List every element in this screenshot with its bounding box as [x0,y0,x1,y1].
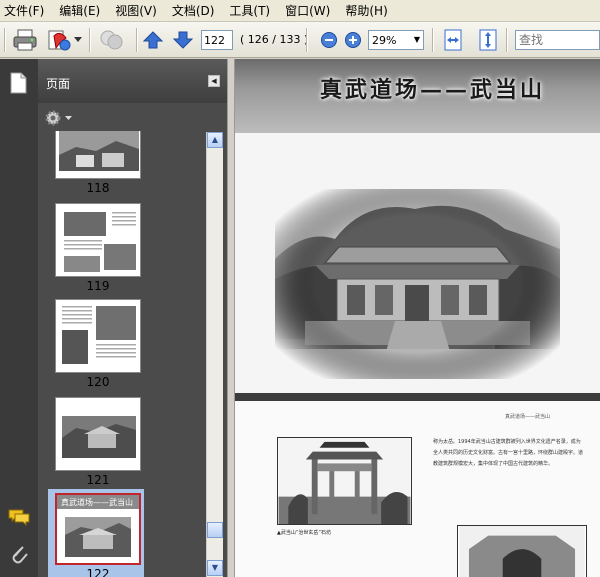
thumbnail-label: 119 [86,279,110,293]
thumbnail-122[interactable]: 真武道场——武当山 [55,493,141,565]
menu-window[interactable]: 窗口(W) [285,2,330,19]
scroll-thumb[interactable] [207,522,223,538]
thumbnail-label: 118 [86,181,110,195]
options-dropdown-icon[interactable] [65,116,72,121]
thumbnail-image [56,300,140,372]
navigation-strip [0,59,38,577]
print-icon[interactable] [12,28,38,52]
collaborate-icon[interactable] [98,28,126,52]
create-pdf-icon[interactable] [46,28,72,52]
running-header: 真武道场——武当山 [505,414,551,420]
document-page-123: 真武道场——武当山 ▲武当山“治世玄岳”石坊 称为太岳。1994年武当山古建筑群… [235,401,600,577]
menu-view[interactable]: 视图(V) [115,2,157,19]
zoom-value: 29% [372,34,397,47]
page-count-label: ( 126 / 133 ) [240,33,309,46]
thumbnail-image [56,398,140,470]
thumbnail-image [56,204,140,276]
photo-caption: ▲武当山“治世玄岳”石坊 [277,530,332,536]
thumbnail-scrollbar[interactable]: ▲ ▼ [206,132,223,577]
search-input[interactable] [515,30,600,50]
menu-document[interactable]: 文档(D) [172,2,215,19]
pages-panel: 页面 ◀ 118 119 120 121 真武道场——武当山 122 [38,59,227,577]
toolbar-grip[interactable] [4,28,6,52]
scroll-down-icon[interactable]: ▼ [207,560,223,576]
page-title: 真武道场——武当山 [320,77,546,103]
document-page-122: 真武道场——武当山 [235,59,600,393]
comments-icon[interactable] [7,507,31,527]
menu-edit[interactable]: 编辑(E) [59,2,100,19]
gate-photo [457,525,587,577]
temple-photo [275,189,560,379]
thumbnail-119[interactable] [55,203,141,277]
next-page-icon[interactable] [173,30,193,50]
zoom-in-icon[interactable] [344,31,362,49]
panel-title: 页面 [46,77,71,91]
thumbnail-list: 118 119 120 121 真武道场——武当山 122 [48,131,203,577]
zoom-out-icon[interactable] [320,31,338,49]
fit-width-icon[interactable] [443,28,463,52]
thumbnail-121[interactable] [55,397,141,471]
menu-help[interactable]: 帮助(H) [345,2,387,19]
panel-splitter[interactable] [227,59,235,577]
thumbnail-mini-title: 真武道场——武当山 [61,498,133,507]
collapse-panel-button[interactable]: ◀ [208,75,220,87]
thumbnail-image [56,131,140,178]
menu-tools[interactable]: 工具(T) [229,2,270,19]
archway-photo [277,437,412,525]
attachments-icon[interactable] [9,543,29,565]
chevron-down-icon[interactable]: ▼ [411,31,423,49]
panel-header: 页面 ◀ [38,59,227,103]
create-pdf-dropdown-icon[interactable] [74,37,82,43]
menu-file[interactable]: 文件(F) [4,2,44,19]
pages-panel-icon[interactable] [8,71,28,95]
page-number-input[interactable] [201,30,233,50]
zoom-select[interactable]: 29% ▼ [368,30,424,50]
scroll-up-icon[interactable]: ▲ [207,132,223,148]
thumbnail-label: 120 [86,375,110,389]
menu-bar: 文件(F) 编辑(E) 视图(V) 文档(D) 工具(T) 窗口(W) 帮助(H… [0,0,600,22]
thumbnail-120[interactable] [55,299,141,373]
panel-options-bar [38,103,227,131]
toolbar: ( 126 / 133 ) 29% ▼ [0,22,600,58]
previous-page-icon[interactable] [143,30,163,50]
page-body-text: 称为太岳。1994年武当山古建筑群被列入世界文化遗产名录，成为全人类共同的历史文… [433,439,584,467]
document-view[interactable]: 真武道场——武当山 真武道场——武当山 ▲武当山“治世玄岳”石坊 称为太岳。19… [235,59,600,577]
gear-icon[interactable] [44,109,62,127]
thumbnail-label: 121 [86,473,110,487]
fit-page-icon[interactable] [478,28,498,52]
thumbnail-118[interactable] [55,131,141,179]
thumbnail-label: 122 [86,567,110,577]
